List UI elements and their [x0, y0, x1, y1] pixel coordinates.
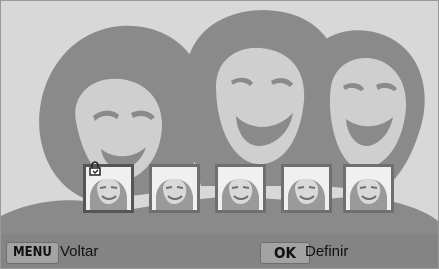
- back-label: Voltar: [60, 243, 99, 260]
- key-guide-bar: MENU Voltar OK Definir: [1, 234, 438, 268]
- camera-screen: MENU Voltar OK Definir: [0, 0, 439, 269]
- face-thumbnail[interactable]: [343, 164, 394, 213]
- face-icon: [152, 167, 197, 210]
- face-thumbnail[interactable]: [215, 164, 266, 213]
- face-icon: [284, 167, 329, 210]
- menu-key[interactable]: MENU: [6, 242, 59, 264]
- set-label: Definir: [305, 243, 349, 260]
- group-photo-illustration: [1, 10, 438, 268]
- ok-key[interactable]: OK: [260, 242, 310, 264]
- face-thumbnail[interactable]: [281, 164, 332, 213]
- face-icon: [346, 167, 391, 210]
- face-thumbnail[interactable]: [149, 164, 200, 213]
- face-icon: [218, 167, 263, 210]
- selection-marker-icon: [89, 161, 101, 176]
